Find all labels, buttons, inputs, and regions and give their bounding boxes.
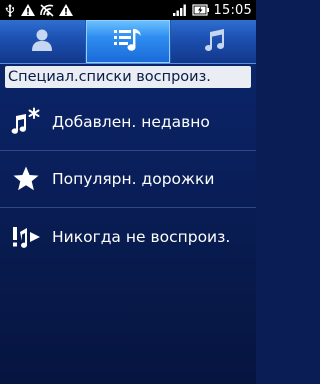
star-icon	[8, 161, 44, 197]
tab-songs[interactable]	[171, 20, 256, 63]
signal-icon	[172, 3, 188, 17]
tab-artists[interactable]	[0, 20, 86, 63]
never-played-icon	[8, 219, 44, 255]
tab-playlists[interactable]	[85, 20, 172, 63]
tab-bar	[0, 20, 256, 64]
person-icon	[31, 28, 53, 56]
status-bar: 15:05	[0, 0, 256, 20]
usb-icon	[3, 3, 17, 17]
music-note-icon	[202, 27, 226, 57]
no-signal-icon	[39, 3, 55, 17]
list-item-label: Никогда не воспроиз.	[52, 227, 231, 246]
list-item-never-played[interactable]: Никогда не воспроиз.	[0, 208, 256, 265]
playlist-icon	[113, 27, 143, 57]
list-item-recently-added[interactable]: Добавлен. недавно	[0, 94, 256, 151]
list-item-popular-tracks[interactable]: Популярн. дорожки	[0, 151, 256, 208]
warning-icon	[20, 3, 36, 17]
section-header-label: Специал.списки воспроиз.	[8, 69, 211, 85]
battery-icon	[191, 3, 210, 17]
recently-added-icon	[8, 104, 44, 140]
clock: 15:05	[213, 2, 252, 18]
warning-icon	[58, 3, 74, 17]
smart-playlists-list: Добавлен. недавно Популярн. дорожки Нико…	[0, 94, 256, 265]
list-item-label: Популярн. дорожки	[52, 170, 215, 188]
list-item-label: Добавлен. недавно	[52, 113, 210, 131]
section-header: Специал.списки воспроиз.	[5, 66, 251, 88]
notification-icons	[0, 0, 74, 20]
screen: 15:05 Специал.списки воспроиз. Добавлен.…	[0, 0, 256, 384]
